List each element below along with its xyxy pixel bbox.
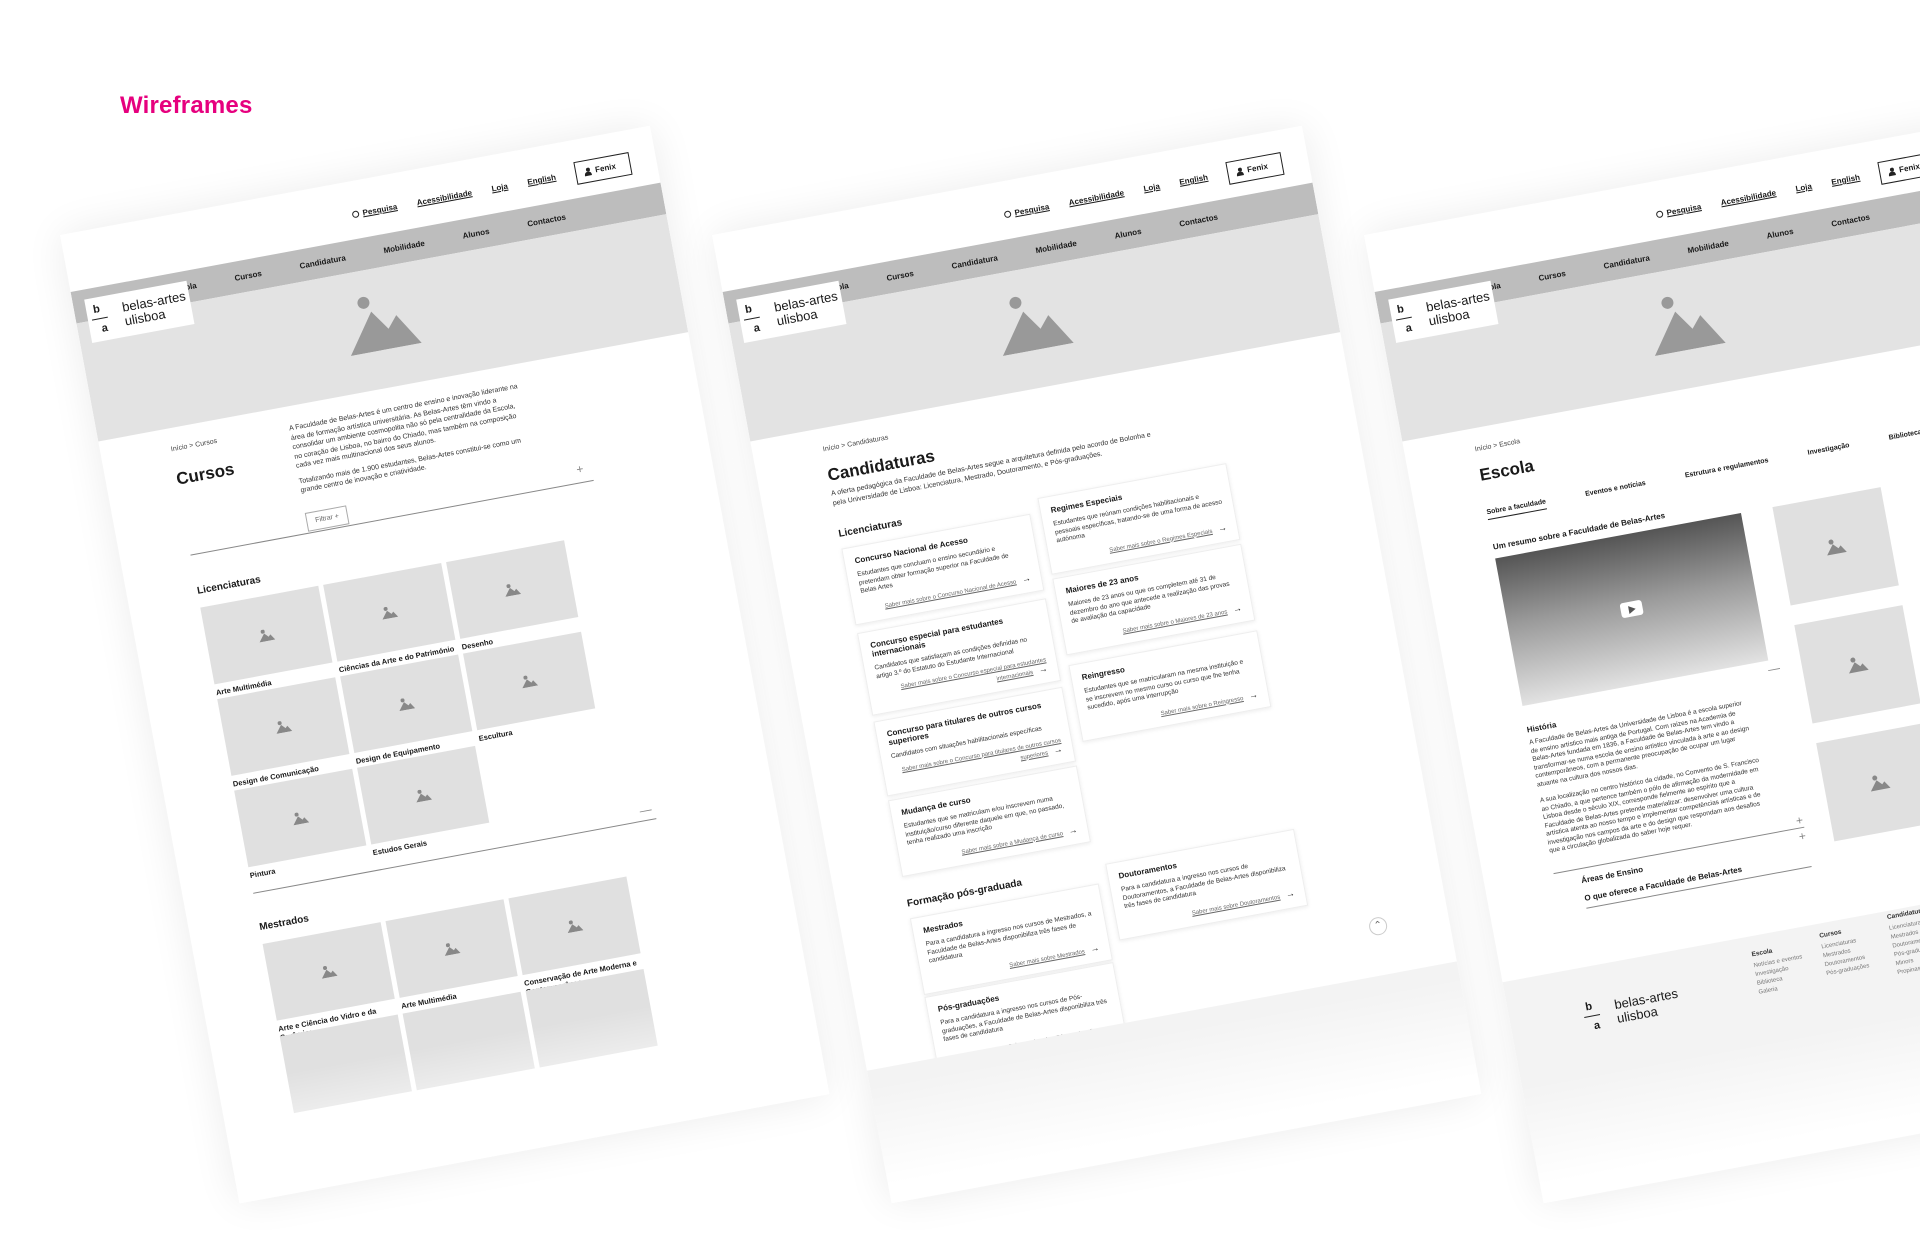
login-button[interactable]: Fenix	[1225, 152, 1285, 185]
accessibility-link[interactable]: Acessibilidade	[1068, 188, 1125, 207]
image-placeholder-icon	[444, 943, 461, 956]
nav-item-contactos[interactable]: Contactos	[526, 212, 566, 228]
search-icon	[1655, 210, 1664, 219]
collapse-icon[interactable]: —	[1767, 661, 1781, 677]
nav-item-cursos[interactable]: Cursos	[234, 268, 263, 282]
user-icon	[584, 167, 592, 176]
tab-investigacao[interactable]: Investigação	[1807, 442, 1851, 461]
expand-icon[interactable]: +	[575, 462, 584, 477]
language-link[interactable]: English	[1831, 173, 1861, 187]
user-icon	[1888, 167, 1896, 176]
breadcrumb: Início > Escola	[1474, 438, 1521, 454]
image-placeholder-icon	[1849, 657, 1869, 674]
accessibility-link[interactable]: Acessibilidade	[1720, 188, 1777, 207]
course-card[interactable]: Estudos Gerais	[357, 745, 492, 857]
image-placeholder-icon	[399, 698, 416, 712]
image-placeholder-icon	[1002, 296, 1074, 357]
filter-button[interactable]: Filtrar +	[304, 505, 350, 532]
search-icon	[351, 210, 360, 219]
image-placeholder-icon	[382, 606, 399, 620]
page-title: Cursos	[174, 459, 236, 489]
image-placeholder-icon	[1827, 539, 1847, 556]
language-link[interactable]: English	[1179, 173, 1209, 187]
expand-icon[interactable]: +	[1798, 829, 1807, 844]
image-placeholder-icon	[293, 812, 310, 826]
nav-item-cursos[interactable]: Cursos	[886, 268, 915, 282]
application-card[interactable]: Doutoramentos Para a candidatura a ingres…	[1105, 828, 1309, 941]
tab-estrutura[interactable]: Estrutura e regulamentos	[1684, 457, 1769, 483]
nav-item-mobilidade[interactable]: Mobilidade	[1687, 238, 1730, 254]
nav-item-mobilidade[interactable]: Mobilidade	[383, 238, 426, 254]
nav-item-contactos[interactable]: Contactos	[1178, 212, 1218, 228]
nav-item-alunos[interactable]: Alunos	[1766, 226, 1794, 240]
store-link[interactable]: Loja	[1143, 182, 1161, 194]
store-link[interactable]: Loja	[1795, 182, 1813, 194]
image-placeholder-icon	[1870, 775, 1891, 792]
image-placeholder-icon	[276, 721, 293, 734]
nav-item-alunos[interactable]: Alunos	[1114, 226, 1142, 240]
breadcrumb: Início > Cursos	[170, 437, 218, 454]
tab-sobre[interactable]: Sobre a faculdade	[1486, 498, 1548, 521]
image-placeholder-icon	[350, 296, 422, 357]
image-placeholder-icon	[505, 584, 522, 597]
areas-ensino[interactable]: Áreas de Ensino	[1580, 865, 1643, 885]
nav-item-candidatura[interactable]: Candidatura	[951, 253, 999, 270]
wireframe-candidaturas: Pesquisa Acessibilidade Loja English Fen…	[712, 125, 1482, 1204]
expand-icon[interactable]: +	[1795, 813, 1804, 828]
nav-item-candidatura[interactable]: Candidatura	[1603, 253, 1651, 270]
side-image	[1794, 605, 1920, 724]
image-placeholder-icon	[567, 920, 584, 934]
language-link[interactable]: English	[527, 173, 557, 187]
section-mestrados: Mestrados	[258, 913, 310, 934]
footer-logo[interactable]: ba belas-artes ulisboa	[1576, 978, 1687, 1040]
image-placeholder-icon	[259, 629, 276, 643]
nav-item-cursos[interactable]: Cursos	[1538, 268, 1567, 282]
page-heading: Wireframes	[120, 92, 253, 119]
course-card[interactable]: Pintura	[234, 768, 369, 880]
page-title: Escola	[1478, 456, 1536, 485]
footer-col-escola: Escola Notícias e eventos Investigação Bibl…	[1751, 947, 1803, 996]
logo-mark: ba	[91, 303, 109, 335]
collapse-icon[interactable]: —	[638, 802, 652, 818]
chevron-up-icon[interactable]: ⌃	[1367, 915, 1389, 937]
footer: ba belas-artes ulisboa Escola Notícias e e…	[1502, 872, 1920, 1204]
store-link[interactable]: Loja	[491, 182, 509, 194]
tab-bibliotecas[interactable]: Bibliotecas	[1888, 428, 1920, 446]
image-placeholder-icon	[522, 675, 539, 689]
image-placeholder-icon	[321, 965, 338, 979]
course-card[interactable]: Escultura	[463, 631, 598, 743]
accessibility-link[interactable]: Acessibilidade	[416, 188, 473, 207]
image-placeholder-icon	[1654, 296, 1726, 357]
historia-title: História	[1526, 720, 1558, 735]
search-link[interactable]: Pesquisa	[1003, 202, 1050, 219]
image-placeholder-icon	[416, 789, 433, 803]
side-image	[1816, 723, 1920, 842]
play-icon[interactable]	[1619, 599, 1644, 619]
search-icon	[1003, 210, 1012, 219]
logo-mark: ba	[743, 303, 761, 335]
side-image	[1772, 487, 1899, 606]
breadcrumb: Início > Candidaturas	[822, 434, 889, 454]
logo-mark: ba	[1395, 303, 1413, 335]
user-icon	[1236, 167, 1244, 176]
section-licenciaturas: Licenciaturas	[837, 517, 904, 540]
nav-item-alunos[interactable]: Alunos	[462, 226, 490, 240]
tab-eventos[interactable]: Eventos e notícias	[1585, 480, 1647, 502]
wireframe-cursos: Pesquisa Acessibilidade Loja English Fen…	[60, 125, 830, 1204]
course-card[interactable]: Arte Multimédia	[385, 899, 520, 1011]
nav-item-mobilidade[interactable]: Mobilidade	[1035, 238, 1078, 254]
login-button[interactable]: Fenix	[1877, 152, 1920, 185]
login-button[interactable]: Fenix	[573, 152, 633, 185]
nav-item-contactos[interactable]: Contactos	[1830, 212, 1870, 228]
search-link[interactable]: Pesquisa	[1655, 202, 1702, 219]
nav-item-candidatura[interactable]: Candidatura	[299, 253, 347, 270]
footer-col-candidatura: Candidatura Licenciaturas Mestrados Doutora…	[1886, 907, 1920, 977]
section-licenciaturas: Licenciaturas	[196, 574, 262, 597]
historia-text: A Faculdade de Belas-Artes da Universida…	[1528, 700, 1762, 855]
footer-col-cursos: Cursos Licenciaturas Mestrados Doutoramento…	[1818, 928, 1870, 978]
search-link[interactable]: Pesquisa	[351, 202, 398, 219]
